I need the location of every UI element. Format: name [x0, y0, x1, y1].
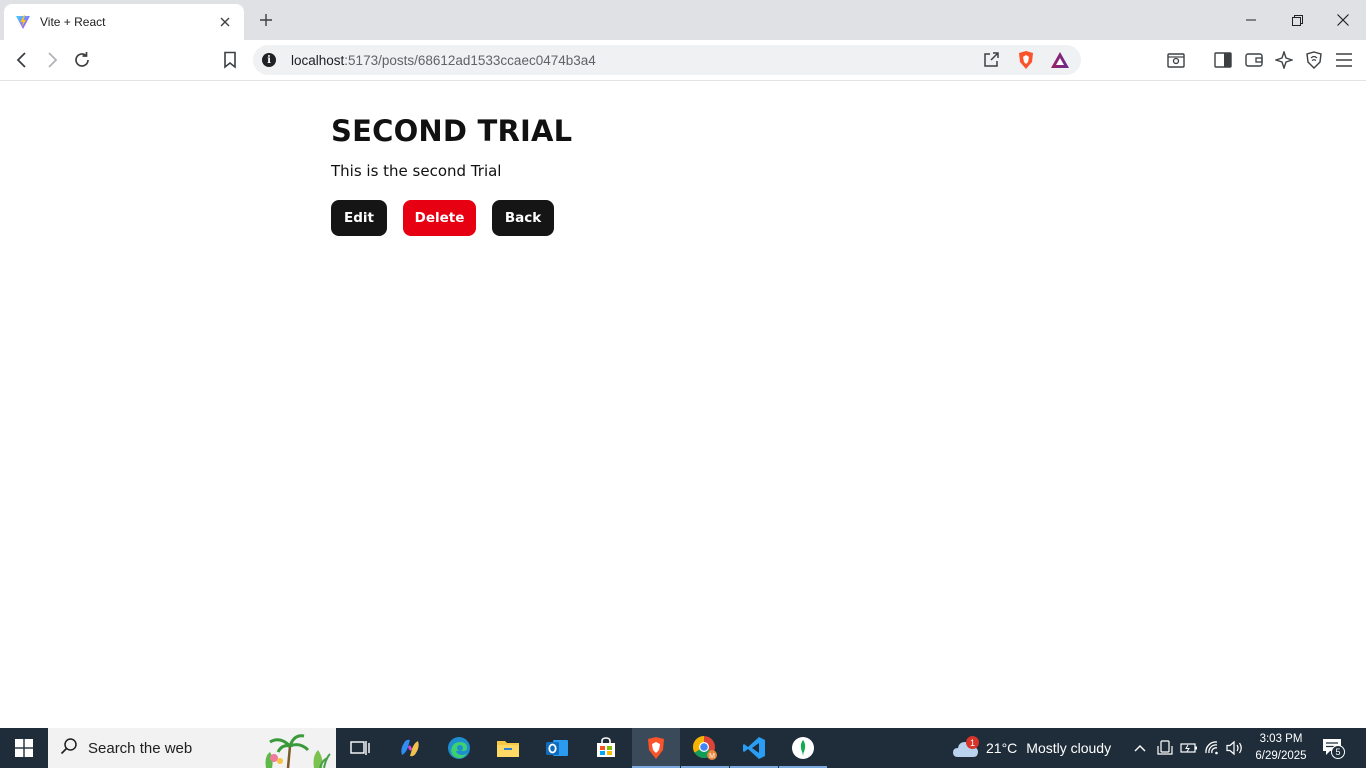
weather-condition: Mostly cloudy [1026, 740, 1112, 756]
notifications-icon[interactable]: 5 [1322, 738, 1346, 760]
minimize-button[interactable] [1228, 0, 1274, 40]
brave-browser-taskbar-icon[interactable] [632, 728, 680, 768]
search-highlight-illustration [265, 734, 331, 768]
post-actions: Edit Delete Back [331, 200, 572, 236]
wallet-icon[interactable] [1241, 48, 1267, 72]
file-explorer-icon[interactable] [484, 728, 532, 768]
share-icon[interactable] [979, 48, 1003, 72]
forward-arrow-icon[interactable] [39, 48, 65, 72]
brave-shields-icon[interactable] [1014, 48, 1038, 72]
clock-time: 3:03 PM [1259, 733, 1303, 745]
url-path: :5173/posts/68612ad1533ccaec0474b3a4 [344, 52, 596, 68]
battery-icon[interactable] [1179, 738, 1199, 758]
search-placeholder: Search the web [88, 739, 193, 757]
leo-ai-icon[interactable] [1271, 48, 1297, 72]
bookmark-icon[interactable] [217, 48, 243, 72]
url-host: localhost [291, 52, 345, 68]
edit-button[interactable]: Edit [331, 200, 387, 236]
chevron-up-icon[interactable] [1130, 738, 1150, 758]
browser-toolbar: i localhost:5173/posts/68612ad1533ccaec0… [0, 40, 1366, 81]
brave-rewards-icon[interactable] [1048, 48, 1072, 72]
search-icon [60, 737, 78, 760]
vite-logo-icon [14, 13, 32, 31]
weather-alert-badge: 1 [966, 736, 979, 749]
close-tab-icon[interactable] [216, 13, 234, 31]
tab-search-icon[interactable] [1163, 48, 1189, 72]
back-arrow-icon[interactable] [9, 48, 35, 72]
tab-title: Vite + React [40, 15, 106, 29]
svg-text:M: M [709, 753, 715, 760]
restore-button[interactable] [1274, 0, 1320, 40]
windows-taskbar: Search the web M 1 21°C Mostly cloudy 3:… [0, 728, 1366, 768]
taskbar-search-box[interactable]: Search the web [48, 728, 336, 768]
taskbar-clock[interactable]: 3:03 PM 6/29/2025 [1248, 731, 1314, 765]
address-bar[interactable]: i localhost:5173/posts/68612ad1533ccaec0… [253, 45, 1081, 75]
browser-tab-strip: Vite + React [0, 0, 1366, 40]
sidebar-icon[interactable] [1210, 48, 1236, 72]
edge-browser-icon[interactable] [435, 728, 483, 768]
menu-icon[interactable] [1331, 48, 1357, 72]
task-view-icon[interactable] [336, 728, 384, 768]
notification-count-badge: 5 [1331, 745, 1345, 759]
meet-now-icon[interactable] [1155, 738, 1175, 758]
chrome-icon[interactable]: M [681, 728, 729, 768]
outlook-icon[interactable] [533, 728, 581, 768]
post-body: This is the second Trial [331, 162, 502, 180]
url-text: localhost:5173/posts/68612ad1533ccaec047… [291, 53, 596, 68]
microsoft-store-icon[interactable] [582, 728, 630, 768]
delete-button[interactable]: Delete [403, 200, 476, 236]
post-detail: SECOND TRIAL This is the second Trial Ed… [331, 114, 572, 236]
close-window-button[interactable] [1320, 0, 1366, 40]
mongodb-compass-icon[interactable] [779, 728, 827, 768]
volume-icon[interactable] [1225, 738, 1245, 758]
vpn-shield-icon[interactable] [1301, 48, 1327, 72]
site-info-icon[interactable]: i [262, 53, 276, 67]
weather-temp: 21°C [986, 740, 1018, 756]
windows-start-icon[interactable] [0, 728, 48, 768]
weather-widget[interactable]: 1 21°C Mostly cloudy [952, 728, 1111, 768]
clock-date: 6/29/2025 [1255, 750, 1307, 762]
back-button[interactable]: Back [492, 200, 554, 236]
new-tab-button[interactable] [255, 9, 277, 31]
copilot-icon[interactable] [386, 728, 434, 768]
post-title: SECOND TRIAL [331, 114, 573, 148]
browser-tab[interactable]: Vite + React [4, 4, 244, 40]
vscode-icon[interactable] [730, 728, 778, 768]
reload-icon[interactable] [69, 48, 95, 72]
wifi-icon[interactable] [1203, 738, 1223, 758]
